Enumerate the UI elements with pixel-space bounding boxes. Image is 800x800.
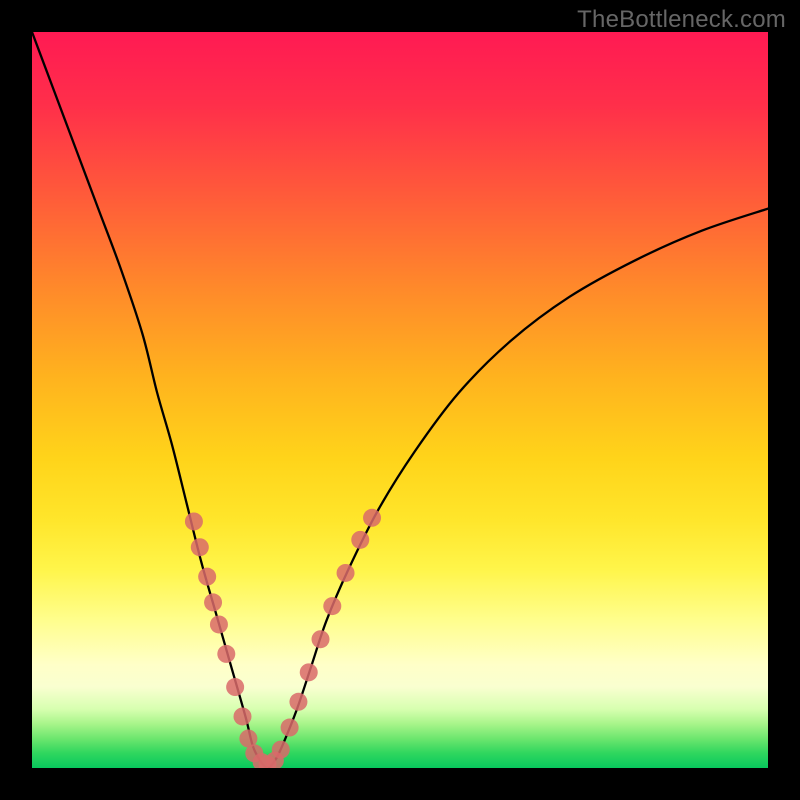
attribution-text: TheBottleneck.com — [577, 6, 786, 34]
data-marker — [226, 678, 244, 696]
data-marker — [337, 564, 355, 582]
data-marker — [312, 630, 330, 648]
marker-group — [185, 509, 381, 768]
curve-layer — [32, 32, 768, 768]
data-marker — [351, 531, 369, 549]
data-marker — [234, 707, 252, 725]
data-marker — [185, 512, 203, 530]
data-marker — [300, 663, 318, 681]
data-marker — [323, 597, 341, 615]
data-marker — [289, 693, 307, 711]
data-marker — [210, 615, 228, 633]
chart-frame: TheBottleneck.com — [0, 0, 800, 800]
data-marker — [204, 593, 222, 611]
data-marker — [191, 538, 209, 556]
data-marker — [217, 645, 235, 663]
data-marker — [198, 568, 216, 586]
data-marker — [272, 741, 290, 759]
plot-area — [32, 32, 768, 768]
bottleneck-curve — [32, 32, 768, 768]
data-marker — [363, 509, 381, 527]
data-marker — [281, 719, 299, 737]
